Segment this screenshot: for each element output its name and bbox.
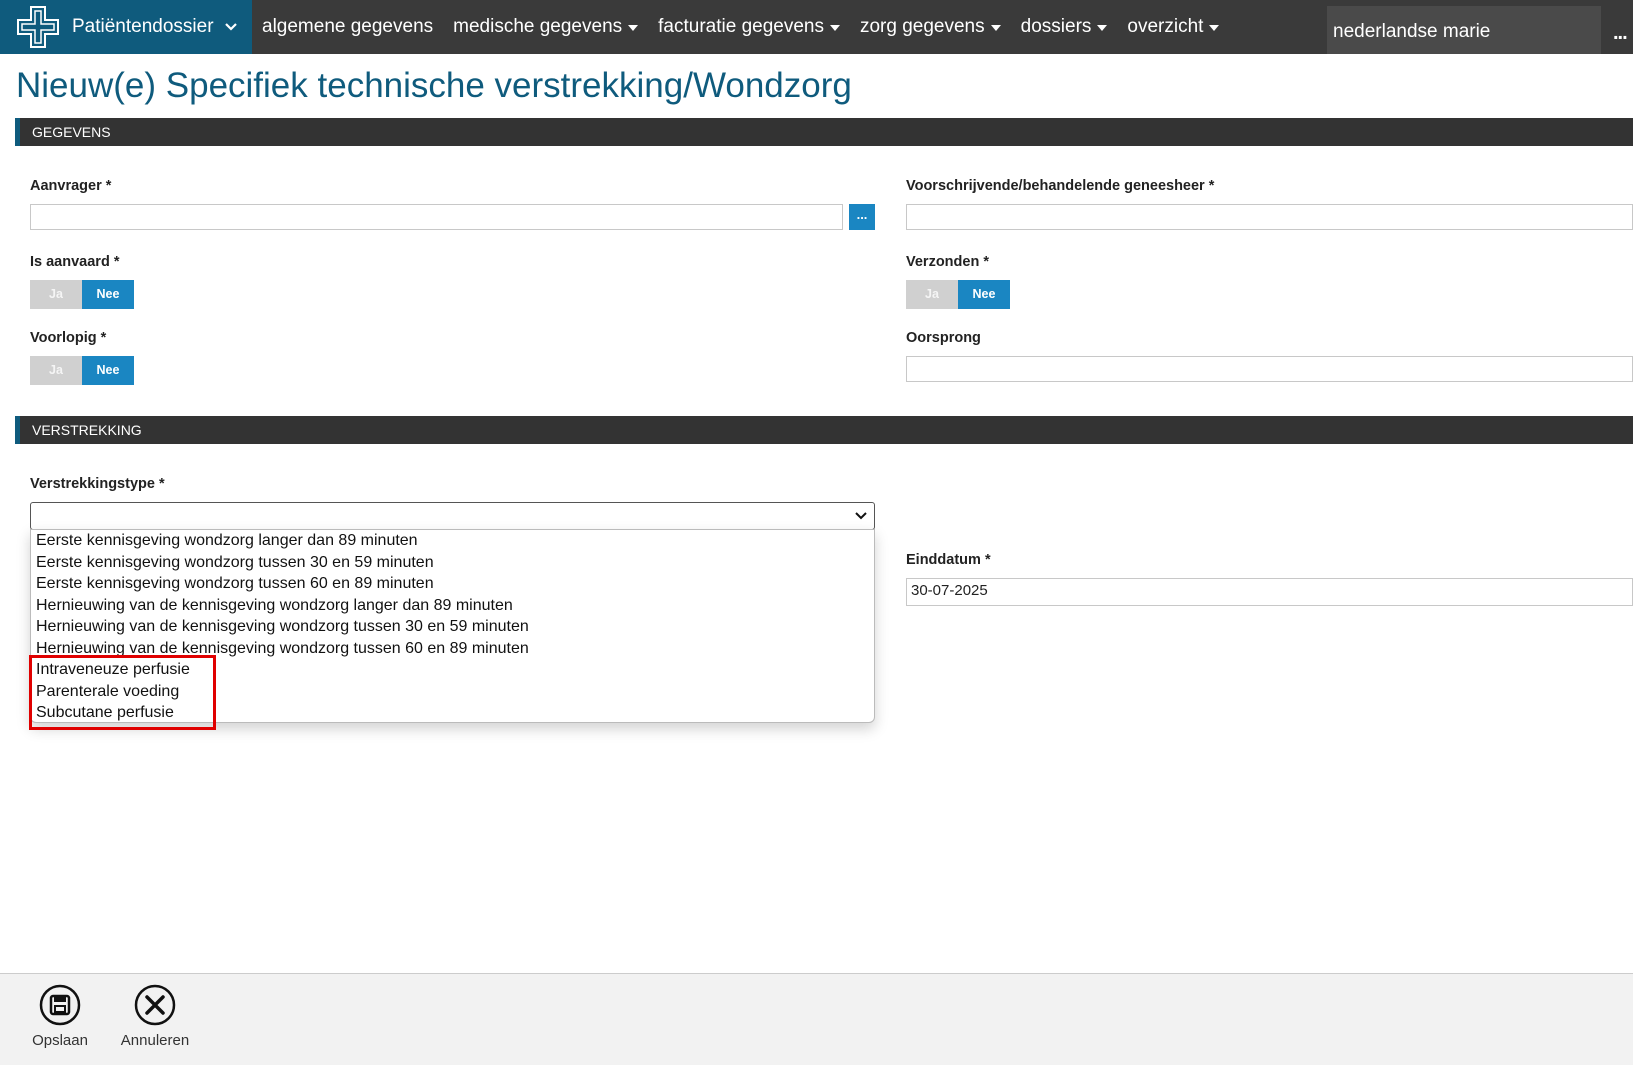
voorlopig-nee-button[interactable]: Nee (82, 356, 134, 385)
verzonden-toggle: Ja Nee (906, 280, 1010, 309)
verstrekkingstype-label: Verstrekkingstype * (30, 476, 165, 492)
nav-medische-gegevens[interactable]: medische gegevens (453, 16, 639, 38)
patient-name[interactable]: nederlandse marie (1327, 6, 1601, 54)
app-menu[interactable]: Patiëntendossier (0, 0, 252, 54)
floppy-disk-icon (39, 984, 81, 1026)
chevron-down-icon (855, 512, 867, 520)
section-header-verstrekking: VERSTREKKING (15, 416, 1633, 444)
is-aanvaard-ja-button[interactable]: Ja (30, 280, 82, 309)
app-title: Patiëntendossier (72, 16, 214, 37)
dropdown-option[interactable]: Hernieuwing van de kennisgeving wondzorg… (31, 616, 874, 638)
caret-down-icon (1097, 25, 1108, 31)
nav-label: dossiers (1020, 16, 1092, 37)
is-aanvaard-nee-button[interactable]: Nee (82, 280, 134, 309)
nav-label: facturatie gegevens (658, 16, 824, 37)
geneesheer-input[interactable] (906, 204, 1633, 230)
aanvrager-label: Aanvrager * (30, 178, 112, 194)
nav-overzicht[interactable]: overzicht (1127, 16, 1220, 38)
caret-down-icon (990, 25, 1001, 31)
caret-down-icon (829, 25, 840, 31)
nav-algemene-gegevens[interactable]: algemene gegevens (262, 16, 433, 38)
is-aanvaard-toggle: Ja Nee (30, 280, 134, 309)
nav-label: zorg gegevens (859, 16, 985, 37)
dropdown-option[interactable]: Eerste kennisgeving wondzorg langer dan … (31, 530, 874, 552)
dropdown-option[interactable]: Eerste kennisgeving wondzorg tussen 30 e… (31, 552, 874, 574)
chevron-down-icon (224, 23, 237, 31)
page-title: Nieuw(e) Specifiek technische verstrekki… (16, 66, 852, 105)
verstrekkingstype-select[interactable] (30, 502, 875, 530)
voorlopig-label: Voorlopig * (30, 330, 107, 346)
verzonden-label: Verzonden * (906, 254, 989, 270)
medical-cross-logo-icon (17, 6, 59, 48)
verzonden-nee-button[interactable]: Nee (958, 280, 1010, 309)
geneesheer-label: Voorschrijvende/behandelende geneesheer … (906, 178, 1215, 194)
cancel-label: Annuleren (120, 1032, 190, 1049)
aanvrager-lookup-button[interactable]: ... (849, 204, 875, 230)
action-footer: Opslaan Annuleren (0, 973, 1633, 1065)
nav-label: medische gegevens (453, 16, 623, 37)
is-aanvaard-label: Is aanvaard * (30, 254, 120, 270)
save-label: Opslaan (32, 1032, 88, 1049)
red-highlight-annotation (29, 655, 216, 730)
top-navigation-bar: Patiëntendossier algemene gegevens medis… (0, 0, 1633, 54)
oorsprong-label: Oorsprong (906, 330, 981, 346)
close-icon (134, 984, 176, 1026)
voorlopig-toggle: Ja Nee (30, 356, 134, 385)
main-nav: algemene gegevens medische gegevens fact… (262, 0, 1239, 54)
einddatum-input[interactable]: 30-07-2025 (906, 578, 1633, 606)
nav-zorg-gegevens[interactable]: zorg gegevens (860, 16, 1001, 38)
section-header-gegevens: GEGEVENS (15, 118, 1633, 146)
nav-facturatie-gegevens[interactable]: facturatie gegevens (658, 16, 840, 38)
save-button[interactable]: Opslaan (20, 984, 100, 1049)
nav-label: overzicht (1127, 16, 1204, 37)
aanvrager-input[interactable] (30, 204, 843, 230)
dropdown-option[interactable]: Eerste kennisgeving wondzorg tussen 60 e… (31, 573, 874, 595)
voorlopig-ja-button[interactable]: Ja (30, 356, 82, 385)
oorsprong-input[interactable] (906, 356, 1633, 382)
nav-label: algemene gegevens (262, 16, 434, 37)
more-menu[interactable]: ... (1613, 22, 1628, 45)
dropdown-option[interactable]: Hernieuwing van de kennisgeving wondzorg… (31, 595, 874, 617)
cancel-button[interactable]: Annuleren (115, 984, 195, 1049)
nav-dossiers[interactable]: dossiers (1021, 16, 1108, 38)
einddatum-label: Einddatum * (906, 552, 991, 568)
verzonden-ja-button[interactable]: Ja (906, 280, 958, 309)
caret-down-icon (628, 25, 639, 31)
caret-down-icon (1209, 25, 1220, 31)
